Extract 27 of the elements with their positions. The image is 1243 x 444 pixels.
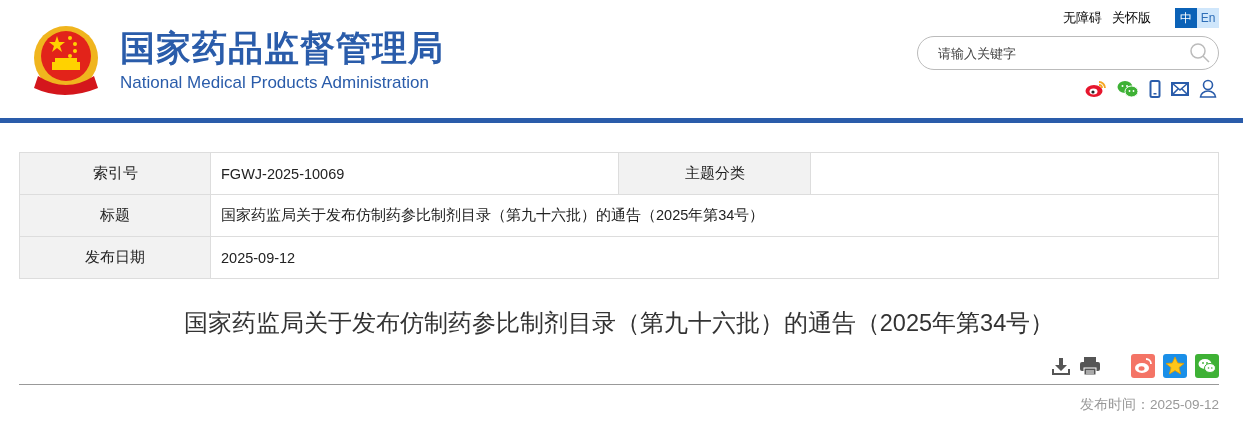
language-tab[interactable]: 中 xyxy=(1175,8,1197,28)
user-icon[interactable] xyxy=(1199,79,1217,98)
field-label: 发布日期 xyxy=(20,237,211,279)
header-link[interactable]: 关怀版 xyxy=(1112,9,1151,27)
header-link[interactable]: 无障碍 xyxy=(1063,9,1102,27)
wechat-share-icon[interactable] xyxy=(1195,354,1219,378)
field-label: 索引号 xyxy=(20,153,211,195)
field-value: 国家药监局关于发布仿制药参比制剂目录（第九十六批）的通告（2025年第34号） xyxy=(211,195,1219,237)
site-title: 国家药品监督管理局 xyxy=(120,27,444,69)
weibo-share-icon[interactable] xyxy=(1131,354,1155,378)
wechat-icon[interactable] xyxy=(1117,79,1139,98)
language-tab[interactable]: En xyxy=(1197,8,1219,28)
field-value: FGWJ-2025-10069 xyxy=(211,153,619,195)
field-label: 标题 xyxy=(20,195,211,237)
search-field[interactable]: 请输入关键字 xyxy=(917,36,1219,70)
star-share-icon[interactable] xyxy=(1163,354,1187,378)
emblem-drawing xyxy=(32,24,100,96)
weibo-icon[interactable] xyxy=(1085,79,1107,98)
article-title: 国家药监局关于发布仿制药参比制剂目录（第九十六批）的通告（2025年第34号） xyxy=(182,309,1056,338)
field-label: 主题分类 xyxy=(619,153,811,195)
publish-time: 发布时间：2025-09-12 xyxy=(1079,397,1219,412)
print-icon[interactable] xyxy=(1079,356,1101,376)
field-value: 2025-09-12 xyxy=(211,237,1219,279)
phone-icon[interactable] xyxy=(1149,79,1161,98)
site-subtitle: National Medical Products Administration xyxy=(120,72,430,94)
download-icon[interactable] xyxy=(1051,356,1071,376)
mail-icon[interactable] xyxy=(1171,81,1189,96)
